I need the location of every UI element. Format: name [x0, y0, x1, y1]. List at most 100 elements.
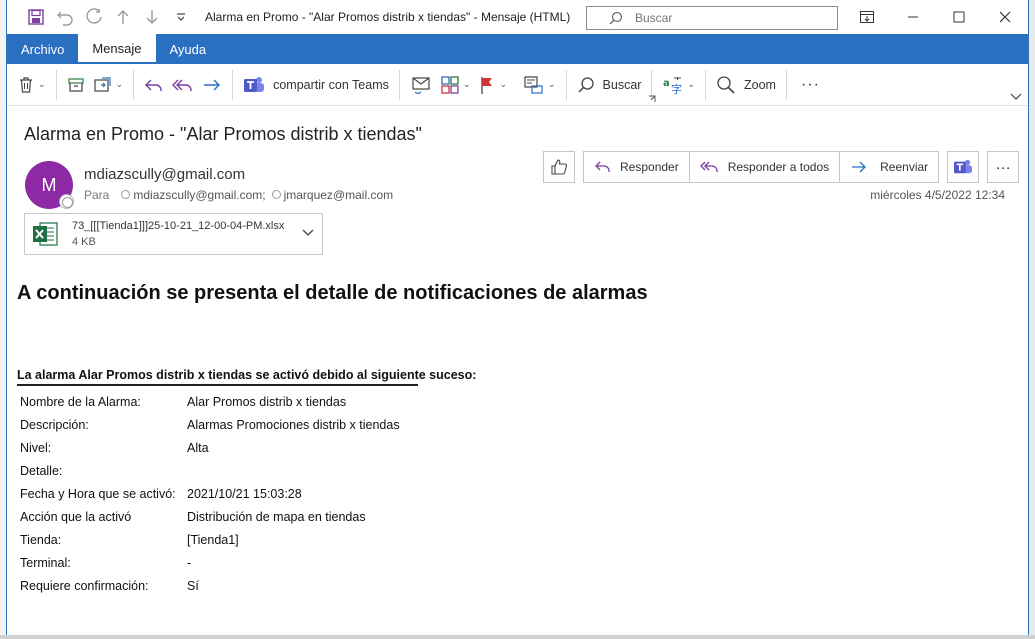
- customize-toolbar-icon[interactable]: [166, 0, 195, 34]
- reply-all-icon: [172, 79, 192, 91]
- reply-all-ribbon-button[interactable]: [168, 70, 198, 100]
- attachment-name: 73_[[[Tienda1]]]25-10-21_12-00-04-PM.xls…: [72, 220, 285, 232]
- table-row: Nivel: Alta: [20, 440, 209, 455]
- trigger-text: La alarma Alar Promos distrib x tiendas …: [17, 368, 477, 382]
- arrow-down-icon[interactable]: [137, 0, 166, 34]
- reply-button[interactable]: Responder: [584, 152, 690, 182]
- more-actions-button[interactable]: ···: [987, 151, 1020, 183]
- zoom-button[interactable]: Zoom: [712, 70, 780, 100]
- trash-icon: [20, 76, 32, 93]
- tab-mensaje[interactable]: Mensaje: [78, 34, 156, 64]
- chevron-down-icon[interactable]: [302, 228, 314, 238]
- minimize-icon[interactable]: [890, 0, 936, 34]
- table-row: Tienda: [Tienda1]: [20, 532, 239, 547]
- undo-icon[interactable]: [50, 0, 79, 34]
- redo-icon[interactable]: [79, 0, 108, 34]
- teams-icon: [954, 159, 973, 174]
- search-input[interactable]: [635, 11, 835, 25]
- message-window: Alarma en Promo - "Alar Promos distrib x…: [6, 0, 1029, 636]
- reply-ribbon-button[interactable]: [140, 70, 168, 100]
- chevron-down-icon[interactable]: ⌄: [548, 79, 556, 90]
- reply-all-button[interactable]: Responder a todos: [690, 152, 841, 182]
- reply-group: Responder Responder a todos Reenviar: [583, 151, 940, 183]
- arrow-up-icon[interactable]: [108, 0, 137, 34]
- ribbon-search-button[interactable]: Buscar: [573, 70, 646, 100]
- translate-icon: a字: [663, 76, 682, 95]
- more-actions-icon: ···: [995, 158, 1011, 176]
- email-sync-icon: [412, 76, 430, 94]
- recipient[interactable]: jmarquez@mail.com: [271, 188, 393, 202]
- zoom-icon: [717, 75, 735, 94]
- teams-share-button[interactable]: [947, 151, 980, 183]
- chevron-down-icon[interactable]: ⌄: [499, 79, 507, 90]
- reply-all-icon: [699, 161, 718, 172]
- forward-icon: [204, 79, 221, 90]
- move-button[interactable]: ⌄: [89, 70, 128, 100]
- archive-icon: [67, 77, 84, 92]
- like-button[interactable]: [543, 151, 575, 183]
- table-row: Fecha y Hora que se activó: 2021/10/21 15…: [20, 486, 302, 501]
- flag-icon: [481, 76, 493, 94]
- quick-access-toolbar: [7, 0, 195, 34]
- zoom-label: Zoom: [743, 77, 776, 92]
- archive-button[interactable]: [63, 70, 89, 100]
- title-bar: Alarma en Promo - "Alar Promos distrib x…: [7, 0, 1028, 34]
- rules-button[interactable]: ⌄: [519, 70, 560, 100]
- tab-archivo[interactable]: Archivo: [7, 34, 79, 64]
- search-box[interactable]: [586, 6, 838, 30]
- move-folder-icon: [93, 76, 111, 92]
- chevron-down-icon[interactable]: ⌄: [116, 79, 124, 90]
- svg-text:a: a: [663, 78, 670, 89]
- forward-ribbon-button[interactable]: [198, 70, 226, 100]
- message-subject: Alarma en Promo - "Alar Promos distrib x…: [24, 124, 422, 144]
- presence-ring-icon: [271, 190, 281, 199]
- forward-icon: [852, 161, 867, 173]
- window-controls: [844, 0, 1028, 34]
- sender-address[interactable]: mdiazscully@gmail.com: [84, 166, 245, 183]
- search-icon: [609, 11, 623, 25]
- ribbon-display-options-icon[interactable]: [844, 0, 890, 34]
- forward-button[interactable]: Reenviar: [840, 152, 938, 182]
- table-row: Detalle:: [20, 463, 63, 478]
- attachment-card[interactable]: 73_[[[Tienda1]]]25-10-21_12-00-04-PM.xls…: [24, 213, 323, 255]
- share-teams-button[interactable]: compartir con Teams: [239, 70, 393, 100]
- ribbon-search-label: Buscar: [602, 77, 642, 92]
- recipient[interactable]: mdiazscully@gmail.com;: [121, 188, 266, 202]
- save-icon[interactable]: [21, 0, 50, 34]
- tab-ayuda[interactable]: Ayuda: [156, 34, 221, 64]
- table-row: Acción que la activó Distribución de mapa…: [20, 509, 366, 524]
- more-options-button[interactable]: ···: [793, 70, 824, 100]
- presence-ring-icon: [121, 190, 131, 199]
- chevron-down-icon[interactable]: ⌄: [687, 79, 695, 90]
- close-icon[interactable]: [982, 0, 1028, 34]
- attachment-size: 4 KB: [72, 236, 96, 248]
- underline-divider: [17, 384, 418, 386]
- search-icon: [578, 76, 594, 93]
- table-row: Nombre de la Alarma: Alar Promos distrib …: [20, 394, 347, 409]
- to-label: Para: [84, 188, 110, 202]
- more-options-icon: ···: [800, 75, 820, 93]
- categorize-button[interactable]: ⌄: [436, 70, 475, 100]
- delete-button[interactable]: ⌄: [13, 70, 50, 100]
- chevron-down-icon[interactable]: ⌄: [38, 79, 46, 90]
- body-heading: A continuación se presenta el detalle de…: [17, 282, 648, 304]
- alarm-details-table: Nombre de la Alarma: Alar Promos distrib …: [17, 390, 403, 597]
- follow-up-button[interactable]: ⌄: [474, 70, 511, 100]
- message-actions: Responder Responder a todos Reenviar ···: [543, 151, 1020, 183]
- sent-date: miércoles 4/5/2022 12:34: [870, 188, 1005, 202]
- excel-icon: [25, 214, 65, 254]
- collapse-ribbon-icon[interactable]: [1010, 93, 1022, 101]
- rules-icon: [524, 75, 543, 94]
- reply-meeting-button[interactable]: [406, 70, 436, 100]
- message-pane: Alarma en Promo - "Alar Promos distrib x…: [7, 106, 1028, 636]
- chevron-down-icon[interactable]: ⌄: [463, 79, 471, 90]
- translate-button[interactable]: a字 ⌄: [658, 70, 699, 100]
- window-title: Alarma en Promo - "Alar Promos distrib x…: [205, 10, 571, 24]
- table-row: Requiere confirmación: Sí: [20, 578, 199, 593]
- maximize-icon[interactable]: [936, 0, 982, 34]
- dialog-launcher-icon[interactable]: [648, 95, 656, 103]
- svg-text:字: 字: [671, 82, 682, 95]
- ribbon-tabs: Archivo Mensaje Ayuda: [7, 34, 1028, 64]
- reply-icon: [145, 79, 162, 91]
- presence-status-icon: [59, 194, 74, 209]
